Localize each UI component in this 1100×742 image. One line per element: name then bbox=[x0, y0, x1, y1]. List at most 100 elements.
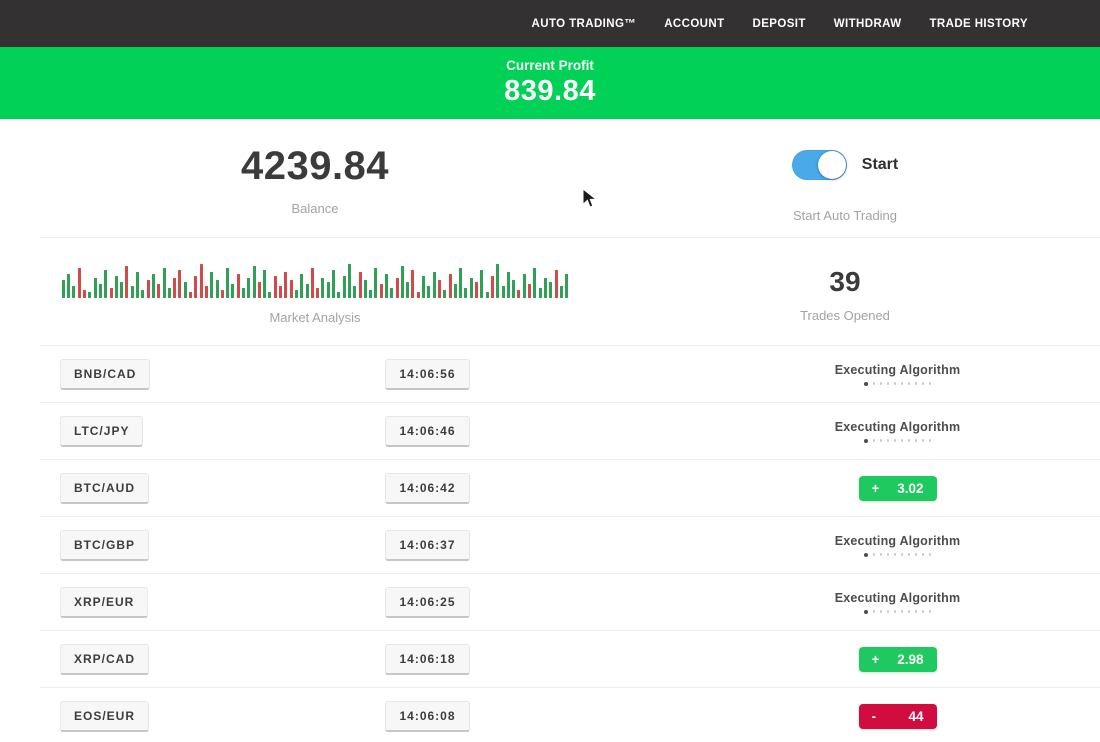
market-bar bbox=[263, 270, 266, 298]
time-cell: 14:06:25 bbox=[340, 574, 515, 630]
dot bbox=[887, 610, 890, 613]
auto-trading-block: Start Start Auto Trading bbox=[590, 144, 1100, 237]
dot bbox=[894, 439, 897, 442]
dot bbox=[908, 553, 911, 556]
dot bbox=[873, 382, 876, 385]
market-bar bbox=[359, 272, 362, 298]
market-bar bbox=[422, 276, 425, 298]
market-bar bbox=[385, 274, 388, 298]
result-amount: 3.02 bbox=[897, 481, 923, 496]
nav-item-account[interactable]: ACCOUNT bbox=[664, 18, 724, 30]
market-bar bbox=[274, 276, 277, 298]
market-bar bbox=[258, 282, 261, 298]
result-sign: - bbox=[872, 709, 877, 724]
status-cell: +2.98 bbox=[740, 631, 1055, 687]
market-bar bbox=[226, 268, 229, 298]
nav-item-auto-trading[interactable]: AUTO TRADING™ bbox=[532, 18, 637, 30]
market-bar bbox=[210, 272, 213, 298]
dot bbox=[880, 553, 883, 556]
auto-trading-caption: Start Auto Trading bbox=[590, 208, 1100, 223]
time-chip: 14:06:42 bbox=[385, 473, 469, 504]
market-bar bbox=[459, 268, 462, 298]
dot bbox=[922, 382, 925, 385]
market-bar bbox=[539, 288, 542, 298]
market-bar bbox=[364, 280, 367, 298]
progress-dots bbox=[864, 610, 931, 614]
market-bar bbox=[555, 270, 558, 298]
status-cell: +3.02 bbox=[740, 460, 1055, 516]
status-cell: -44 bbox=[740, 688, 1055, 742]
nav-item-trade-history[interactable]: TRADE HISTORY bbox=[930, 18, 1029, 30]
pair-chip: XRP/EUR bbox=[60, 587, 148, 618]
profit-banner-label: Current Profit bbox=[0, 58, 1100, 73]
result-amount: 2.98 bbox=[897, 652, 923, 667]
market-bar bbox=[184, 282, 187, 298]
market-bar bbox=[205, 286, 208, 298]
time-chip: 14:06:08 bbox=[385, 701, 469, 732]
result-badge: +2.98 bbox=[859, 647, 937, 672]
market-bar bbox=[417, 292, 420, 298]
market-bar bbox=[115, 276, 118, 298]
market-bar bbox=[565, 274, 568, 298]
market-bar bbox=[99, 284, 102, 298]
trade-row: XRP/EUR14:06:25Executing Algorithm bbox=[40, 573, 1100, 630]
pair-chip: BNB/CAD bbox=[60, 359, 150, 390]
dot bbox=[922, 610, 925, 613]
market-bar bbox=[512, 280, 515, 298]
time-cell: 14:06:56 bbox=[340, 346, 515, 402]
trades-table: BNB/CAD 14:06:56 Executing Algorithm LTC/JP… bbox=[40, 345, 1100, 742]
market-bar bbox=[475, 282, 478, 298]
pair-cell: BNB/CAD bbox=[60, 346, 150, 402]
market-bar bbox=[390, 288, 393, 298]
market-bar bbox=[221, 290, 224, 298]
pair-chip: EOS/EUR bbox=[60, 701, 149, 732]
market-bar bbox=[200, 264, 203, 298]
market-analysis-label: Market Analysis bbox=[40, 310, 590, 325]
nav-item-deposit[interactable]: DEPOSIT bbox=[753, 18, 806, 30]
market-bar bbox=[120, 282, 123, 298]
market-bar bbox=[163, 268, 166, 298]
pair-cell: XRP/CAD bbox=[60, 631, 149, 687]
market-bar bbox=[491, 276, 494, 298]
market-bar bbox=[316, 288, 319, 298]
dot bbox=[908, 439, 911, 442]
market-bar bbox=[125, 266, 128, 298]
pair-chip: LTC/JPY bbox=[60, 416, 143, 447]
stats-row-market: Market Analysis 39 Trades Opened bbox=[0, 238, 1100, 345]
dot bbox=[894, 382, 897, 385]
dot bbox=[915, 610, 918, 613]
market-bar bbox=[332, 270, 335, 298]
market-bar bbox=[295, 290, 298, 298]
profit-banner-value: 839.84 bbox=[0, 75, 1100, 108]
toggle-knob bbox=[818, 151, 846, 179]
status-cell: Executing Algorithm bbox=[740, 517, 1055, 573]
executing-label: Executing Algorithm bbox=[835, 363, 961, 377]
auto-trading-toggle[interactable] bbox=[792, 150, 847, 180]
market-bar bbox=[253, 266, 256, 298]
status-cell: Executing Algorithm bbox=[740, 346, 1055, 402]
market-bar bbox=[374, 268, 377, 298]
market-bar bbox=[88, 292, 91, 298]
dot bbox=[894, 553, 897, 556]
market-bar bbox=[110, 288, 113, 298]
trade-row: BTC/AUD14:06:42+3.02 bbox=[40, 459, 1100, 516]
result-sign: + bbox=[872, 481, 880, 496]
market-bar bbox=[157, 284, 160, 298]
market-bar bbox=[470, 278, 473, 298]
time-chip: 14:06:18 bbox=[385, 644, 469, 675]
dot bbox=[864, 553, 868, 557]
time-cell: 14:06:08 bbox=[340, 688, 515, 742]
market-bar bbox=[353, 286, 356, 298]
market-bar bbox=[343, 276, 346, 298]
market-bar bbox=[242, 288, 245, 298]
market-bar bbox=[523, 274, 526, 298]
pair-cell: XRP/EUR bbox=[60, 574, 148, 630]
market-bar bbox=[237, 274, 240, 298]
market-bar bbox=[443, 290, 446, 298]
dot bbox=[887, 553, 890, 556]
dot bbox=[887, 439, 890, 442]
market-bar bbox=[284, 272, 287, 298]
balance-label: Balance bbox=[40, 201, 590, 216]
market-bar bbox=[247, 278, 250, 298]
nav-item-withdraw[interactable]: WITHDRAW bbox=[834, 18, 902, 30]
